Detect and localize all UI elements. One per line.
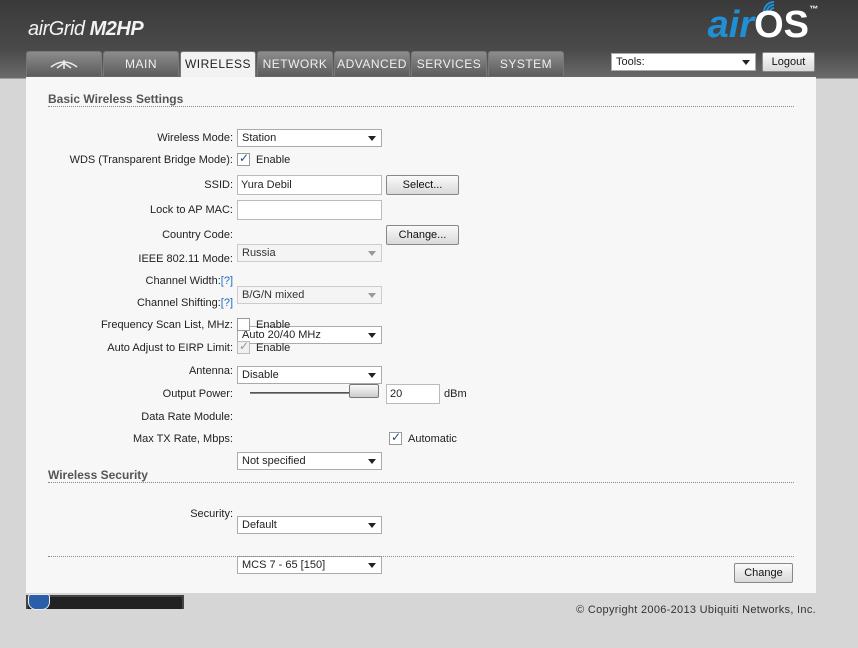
shield-icon [28,594,50,610]
tab-system[interactable]: SYSTEM [488,51,564,76]
section-divider [48,482,794,483]
chevron-down-icon [368,136,376,141]
country-code-select[interactable]: Russia [237,244,382,262]
brand-model: M2HP [89,18,144,40]
tab-advanced[interactable]: ADVANCED [334,51,410,76]
lock-ap-mac-input[interactable] [237,200,382,220]
tab-main[interactable]: MAIN [103,51,179,76]
ubiquiti-logo-icon [50,60,78,69]
channel-shifting-select[interactable]: Disable [237,366,382,384]
antenna-select[interactable]: Not specified [237,452,382,470]
country-code-label: Country Code: [162,229,233,241]
chevron-down-icon [368,251,376,256]
section-divider [48,106,794,107]
data-rate-value: Default [242,519,277,531]
channel-width-help-link[interactable]: [?] [221,275,233,287]
chevron-down-icon [368,293,376,298]
logo-os: OS [754,4,809,46]
change-country-button[interactable]: Change... [386,225,459,245]
ssid-input[interactable]: Yura Debil [237,175,382,195]
antenna-label: Antenna: [188,365,233,377]
max-tx-rate-value: MCS 7 - 65 [150] [242,559,326,571]
tools-select-box: Tools: [611,53,756,71]
chevron-down-icon [368,459,376,464]
tab-ubiquiti-logo[interactable] [26,51,102,76]
antenna-value: Not specified [242,455,306,467]
channel-width-label: Channel Width:[?] [146,275,233,287]
freq-scan-enable-label: Enable [256,318,291,331]
wireless-mode-value: Station [242,132,277,144]
data-rate-select[interactable]: Default [237,516,382,534]
wds-enable-label: Enable [256,153,291,166]
ieee-mode-select[interactable]: B/G/N mixed [237,286,382,304]
chevron-down-icon [368,373,376,378]
brand-prefix: air [28,18,49,40]
security-label: Security: [190,508,233,520]
chevron-down-icon [368,333,376,338]
tools-select-value: Tools: [616,56,645,68]
header: airGrid M2HP airOS™ MAIN WIRELESS NETWOR… [0,0,858,78]
airos-logo: airOS™ [708,4,818,47]
data-rate-label: Data Rate Module: [141,411,233,423]
tab-services[interactable]: SERVICES [411,51,487,76]
max-tx-rate-label: Max TX Rate, Mbps: [132,433,233,445]
main-tabs: MAIN WIRELESS NETWORK ADVANCED SERVICES … [26,51,565,77]
tab-wireless[interactable]: WIRELESS [180,51,256,77]
copyright-text: © Copyright 2006-2013 Ubiquiti Networks,… [576,604,816,616]
automatic-field: Automatic [389,430,457,445]
output-power-input[interactable]: 20 [386,384,440,404]
wds-checkbox[interactable] [237,151,250,166]
channel-shifting-label: Channel Shifting:[?] [137,297,233,309]
country-code-value: Russia [242,247,276,259]
channel-width-label-text: Channel Width: [145,275,221,287]
chevron-down-icon [368,523,376,528]
output-power-slider-handle[interactable] [349,384,379,398]
airgrid-logo: airGrid M2HP [28,18,144,41]
brand-grid: Grid [48,18,85,40]
freq-scan-label: Frequency Scan List, MHz: [100,319,233,331]
freq-scan-checkbox[interactable] [237,318,250,331]
automatic-label: Automatic [408,432,457,445]
auto-adjust-field: Enable [237,339,291,354]
basic-settings-title: Basic Wireless Settings [48,92,184,106]
main-panel: Basic Wireless Settings Wireless Mode: S… [26,77,816,593]
auto-adjust-label: Auto Adjust to EIRP Limit: [107,342,233,354]
channel-shifting-help-link[interactable]: [?] [221,297,233,309]
ieee-mode-value: B/G/N mixed [242,289,305,301]
wds-field: Enable [237,151,291,166]
max-tx-rate-select[interactable]: MCS 7 - 65 [150] [237,556,382,574]
lock-ap-mac-label: Lock to AP MAC: [150,204,233,216]
wireless-mode-select[interactable]: Station [237,129,382,147]
change-button[interactable]: Change [734,563,793,583]
ieee-mode-label: IEEE 802.11 Mode: [138,253,233,265]
tab-network[interactable]: NETWORK [257,51,333,76]
chevron-down-icon [742,60,750,65]
ssid-select-button[interactable]: Select... [386,175,459,195]
logo-air: air [707,4,755,46]
output-power-label: Output Power: [162,388,233,400]
output-power-unit: dBm [444,388,467,400]
wireless-security-title: Wireless Security [48,468,148,482]
auto-adjust-checkbox[interactable] [237,339,250,354]
channel-shifting-label-text: Channel Shifting: [136,297,221,309]
tools-select[interactable]: Tools: [611,53,756,71]
ssid-label: SSID: [204,179,233,191]
wds-label: WDS (Transparent Bridge Mode): [69,154,233,166]
auto-adjust-enable-label: Enable [256,341,291,354]
chevron-down-icon [368,563,376,568]
channel-shifting-value: Disable [242,369,279,381]
freq-scan-field: Enable [237,318,290,331]
section-divider [48,556,794,557]
logout-button[interactable]: Logout [762,52,815,72]
logo-tm: ™ [809,4,818,14]
wireless-mode-label: Wireless Mode: [157,132,233,144]
automatic-checkbox[interactable] [389,430,402,445]
